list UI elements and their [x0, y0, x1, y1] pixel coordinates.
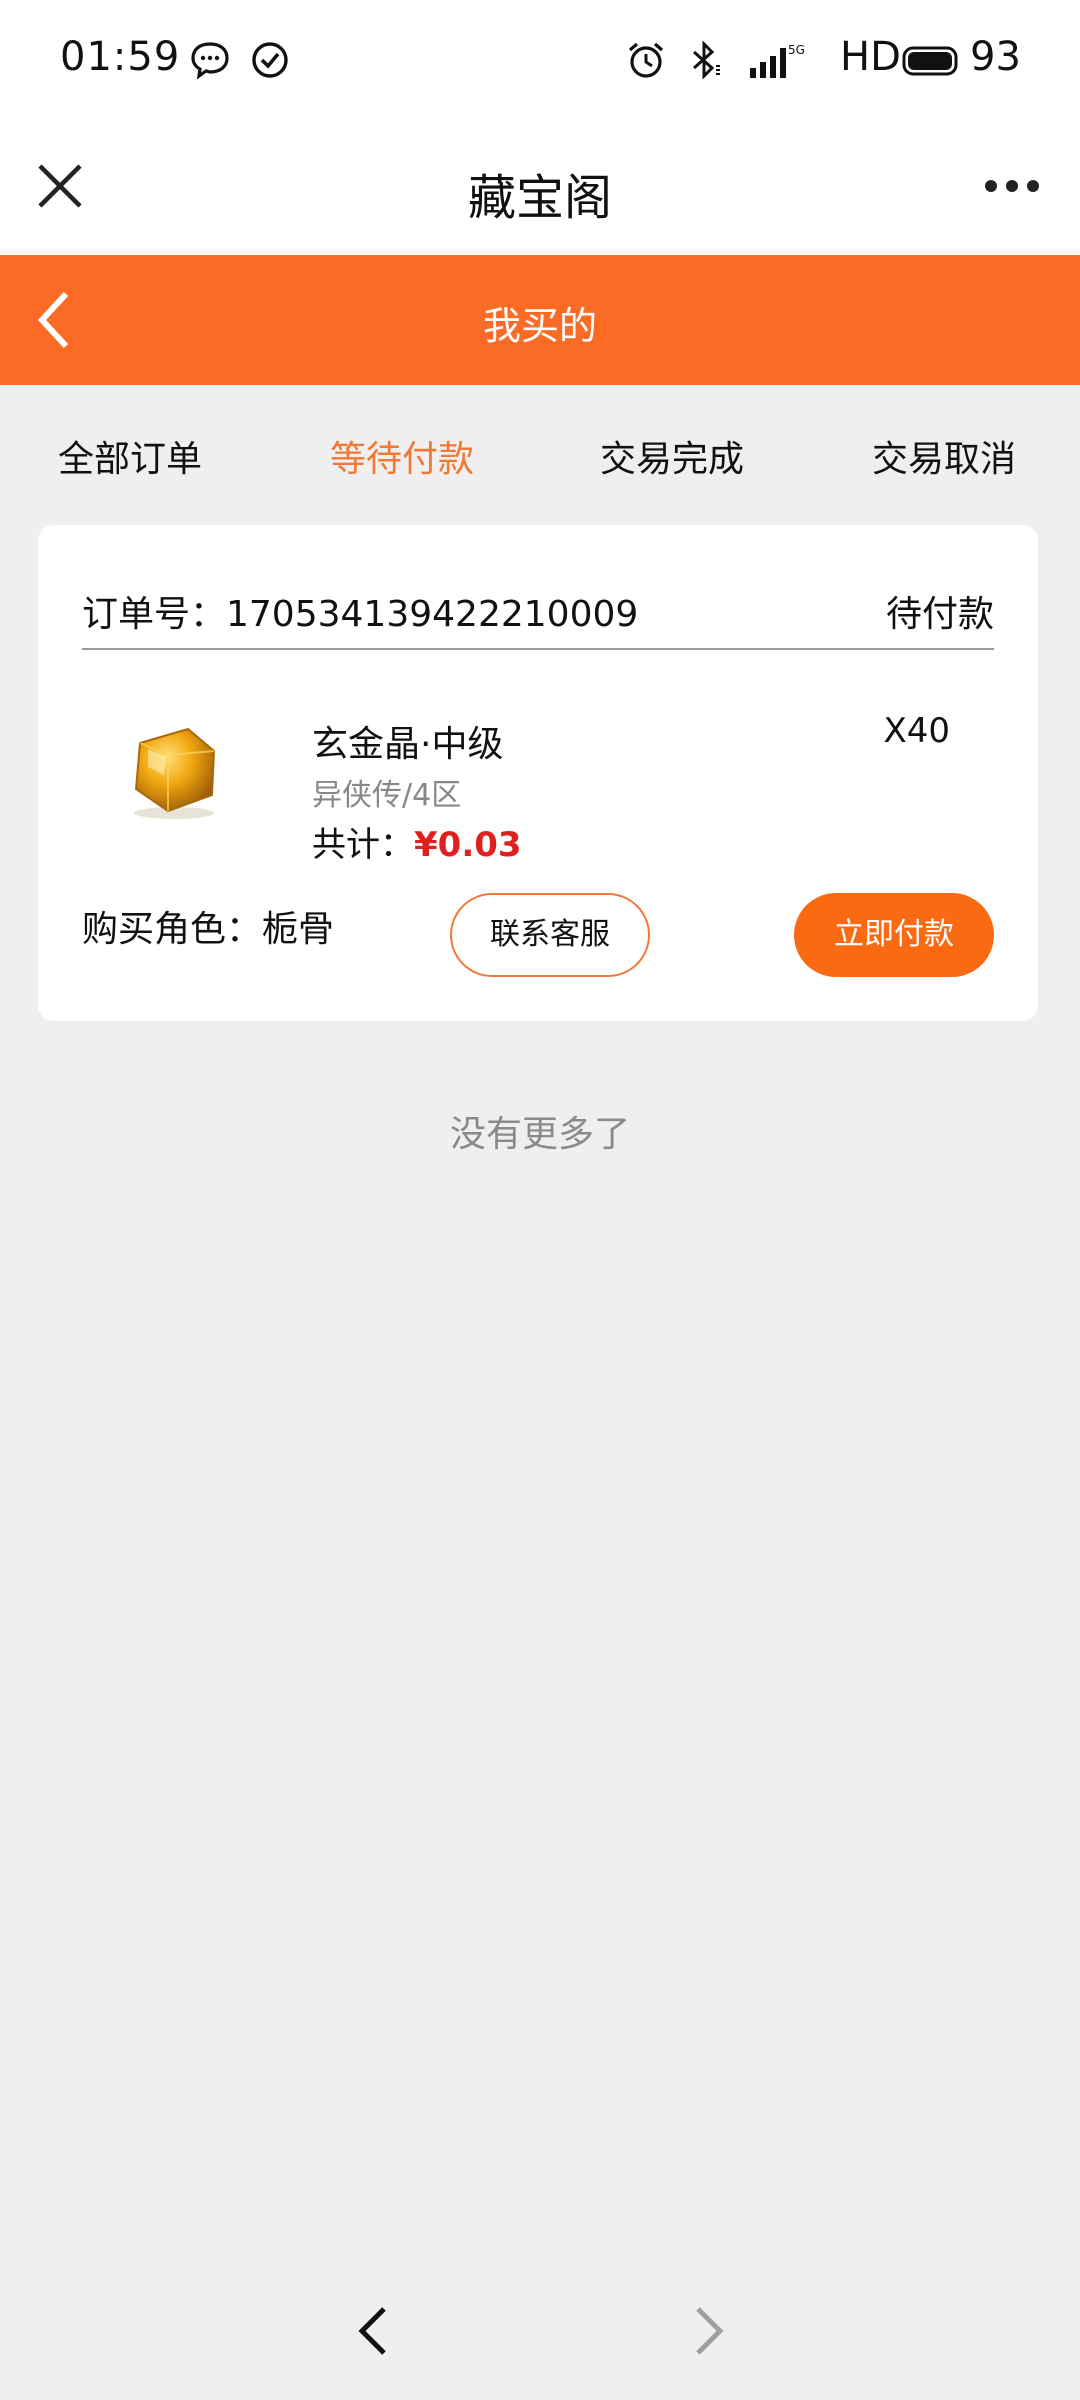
item-name: 玄金晶·中级	[312, 724, 504, 765]
section-title: 我买的	[482, 304, 597, 348]
alarm-icon	[628, 42, 664, 78]
contact-support-button[interactable]: 联系客服	[450, 893, 650, 977]
order-number: 订单号：170534139422210009	[82, 594, 639, 635]
pay-now-button[interactable]: 立即付款	[794, 893, 994, 977]
order-card: 订单号：170534139422210009 待付款 玄金晶·中级 异侠传/4区…	[38, 525, 1038, 1021]
tab-cancelled[interactable]: 交易取消	[872, 430, 1016, 482]
item-server: 异侠传/4区	[312, 778, 462, 813]
nav-back-icon[interactable]	[356, 2305, 390, 2357]
signal-icon: 5G	[750, 43, 805, 78]
more-icon[interactable]	[984, 178, 1040, 194]
order-tabs: 全部订单 等待付款 交易完成 交易取消	[0, 420, 1080, 500]
order-status: 待付款	[885, 594, 994, 635]
total-label: 共计：	[312, 825, 414, 865]
nav-forward-icon[interactable]	[692, 2305, 726, 2357]
status-time: 01:59	[60, 34, 181, 80]
end-of-list-text: 没有更多了	[449, 1114, 630, 1155]
svg-text:5G: 5G	[788, 43, 805, 57]
check-circle-icon	[252, 42, 288, 78]
item-gem-image	[134, 727, 216, 819]
tab-all-orders[interactable]: 全部订单	[58, 430, 202, 482]
status-bar: 01:59 5G HD 93	[0, 0, 1080, 118]
item-total: 共计：¥0.03	[312, 817, 522, 866]
battery-icon	[902, 46, 958, 76]
chat-bubble-icon	[191, 42, 229, 80]
tab-completed[interactable]: 交易完成	[600, 430, 744, 482]
battery-level: 93	[970, 34, 1021, 80]
divider	[82, 648, 994, 650]
item-quantity: X40	[883, 711, 950, 751]
network-label: HD	[840, 34, 901, 80]
total-price: ¥0.03	[414, 825, 522, 865]
tab-awaiting-payment[interactable]: 等待付款	[330, 430, 474, 482]
section-header: 我买的	[0, 255, 1080, 385]
title-bar: 藏宝阁	[0, 118, 1080, 255]
page-title: 藏宝阁	[467, 170, 612, 226]
bluetooth-icon	[693, 40, 720, 80]
buyer-role: 购买角色：栀骨	[82, 909, 335, 950]
